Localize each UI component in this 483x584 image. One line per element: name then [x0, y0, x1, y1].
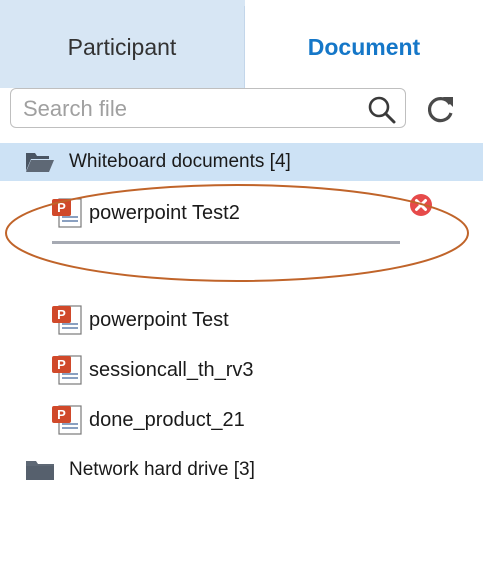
tab-participant[interactable]: Participant	[0, 6, 245, 88]
file-item[interactable]: P sessioncall_th_rv3	[50, 350, 254, 390]
folder-closed-icon	[26, 461, 54, 480]
svg-text:P: P	[57, 200, 66, 215]
svg-text:P: P	[57, 407, 66, 422]
delete-icon[interactable]	[409, 193, 433, 217]
svg-text:P: P	[57, 307, 66, 322]
powerpoint-file-icon: P	[52, 305, 82, 335]
search-box	[10, 88, 406, 128]
folder-network-hard-drive[interactable]: Network hard drive [3]	[0, 451, 483, 489]
file-item[interactable]: P done_product_21	[50, 400, 245, 440]
file-item-uploading[interactable]: P powerpoint Test2	[50, 193, 240, 233]
file-label: done_product_21	[89, 408, 245, 431]
folder-whiteboard-documents[interactable]: Whiteboard documents [4]	[0, 143, 483, 181]
folder-label: Whiteboard documents [4]	[69, 151, 291, 172]
folder-open-icon	[26, 153, 54, 172]
upload-progress-bar	[52, 241, 400, 244]
file-label: powerpoint Test	[89, 308, 229, 331]
file-label: powerpoint Test2	[89, 201, 240, 224]
file-item[interactable]: P powerpoint Test	[50, 300, 229, 340]
powerpoint-file-icon: P	[52, 405, 82, 435]
folder-label: Network hard drive [3]	[69, 459, 255, 480]
tab-bar: Participant Document	[0, 6, 483, 88]
search-input[interactable]	[21, 93, 355, 125]
search-icon[interactable]	[367, 95, 397, 125]
refresh-icon[interactable]	[424, 92, 458, 126]
powerpoint-file-icon: P	[52, 198, 82, 228]
file-label: sessioncall_th_rv3	[89, 358, 254, 381]
tab-document[interactable]: Document	[245, 6, 483, 88]
powerpoint-file-icon: P	[52, 355, 82, 385]
svg-text:P: P	[57, 357, 66, 372]
